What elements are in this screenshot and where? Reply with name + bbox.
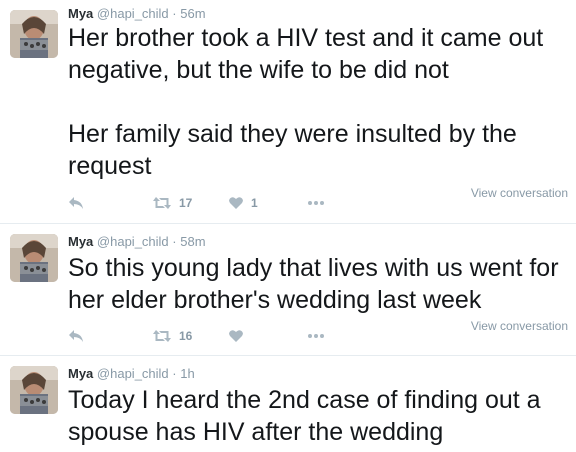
retweet-button[interactable]: 16 <box>152 326 192 346</box>
like-button[interactable] <box>228 326 251 346</box>
timestamp[interactable]: 1h <box>180 366 194 381</box>
reply-icon <box>69 330 83 342</box>
timestamp[interactable]: 56m <box>180 6 205 21</box>
tweet-header: Mya @hapi_child · 56m <box>68 6 206 22</box>
separator: · <box>172 6 177 21</box>
avatar[interactable] <box>10 234 58 282</box>
more-icon <box>308 334 324 338</box>
reply-button[interactable] <box>68 326 84 346</box>
tweet[interactable]: Mya @hapi_child · 56m Her brother took a… <box>0 0 576 222</box>
display-name[interactable]: Mya <box>68 234 93 249</box>
retweet-count: 16 <box>179 329 193 343</box>
retweet-icon <box>153 330 171 342</box>
avatar-image <box>10 234 58 282</box>
tweet-header: Mya @hapi_child · 58m <box>68 234 206 250</box>
user-handle[interactable]: @hapi_child <box>97 366 169 381</box>
retweet-icon <box>153 197 171 209</box>
reply-button[interactable] <box>68 193 84 213</box>
display-name[interactable]: Mya <box>68 6 93 21</box>
tweet-actions: 17 1 View conversation <box>68 186 572 213</box>
avatar-image <box>10 366 58 414</box>
heart-icon <box>229 330 243 342</box>
like-count: 1 <box>251 196 258 210</box>
separator: · <box>172 234 177 249</box>
view-conversation-link[interactable]: View conversation <box>471 186 568 200</box>
tweet-text: Her brother took a HIV test and it came … <box>68 24 544 180</box>
like-button[interactable]: 1 <box>228 193 258 213</box>
heart-icon <box>229 197 243 209</box>
avatar[interactable] <box>10 366 58 414</box>
avatar[interactable] <box>10 10 58 58</box>
avatar-image <box>10 10 58 58</box>
tweet-actions: 16 View conversation <box>68 319 572 346</box>
tweet-text: Today I heard the 2nd case of finding ou… <box>68 386 548 446</box>
retweet-count: 17 <box>179 196 193 210</box>
more-button[interactable] <box>307 193 325 213</box>
view-conversation-link[interactable]: View conversation <box>471 319 568 333</box>
tweet-text: So this young lady that lives with us we… <box>68 254 566 314</box>
tweet[interactable]: Mya @hapi_child · 1h Today I heard the 2… <box>0 356 576 452</box>
tweet-header: Mya @hapi_child · 1h <box>68 366 195 382</box>
separator: · <box>172 366 177 381</box>
retweet-button[interactable]: 17 <box>152 193 192 213</box>
more-button[interactable] <box>307 326 325 346</box>
user-handle[interactable]: @hapi_child <box>97 234 169 249</box>
reply-icon <box>69 197 83 209</box>
timestamp[interactable]: 58m <box>180 234 205 249</box>
display-name[interactable]: Mya <box>68 366 93 381</box>
user-handle[interactable]: @hapi_child <box>97 6 169 21</box>
tweet[interactable]: Mya @hapi_child · 58m So this young lady… <box>0 224 576 355</box>
more-icon <box>308 201 324 205</box>
